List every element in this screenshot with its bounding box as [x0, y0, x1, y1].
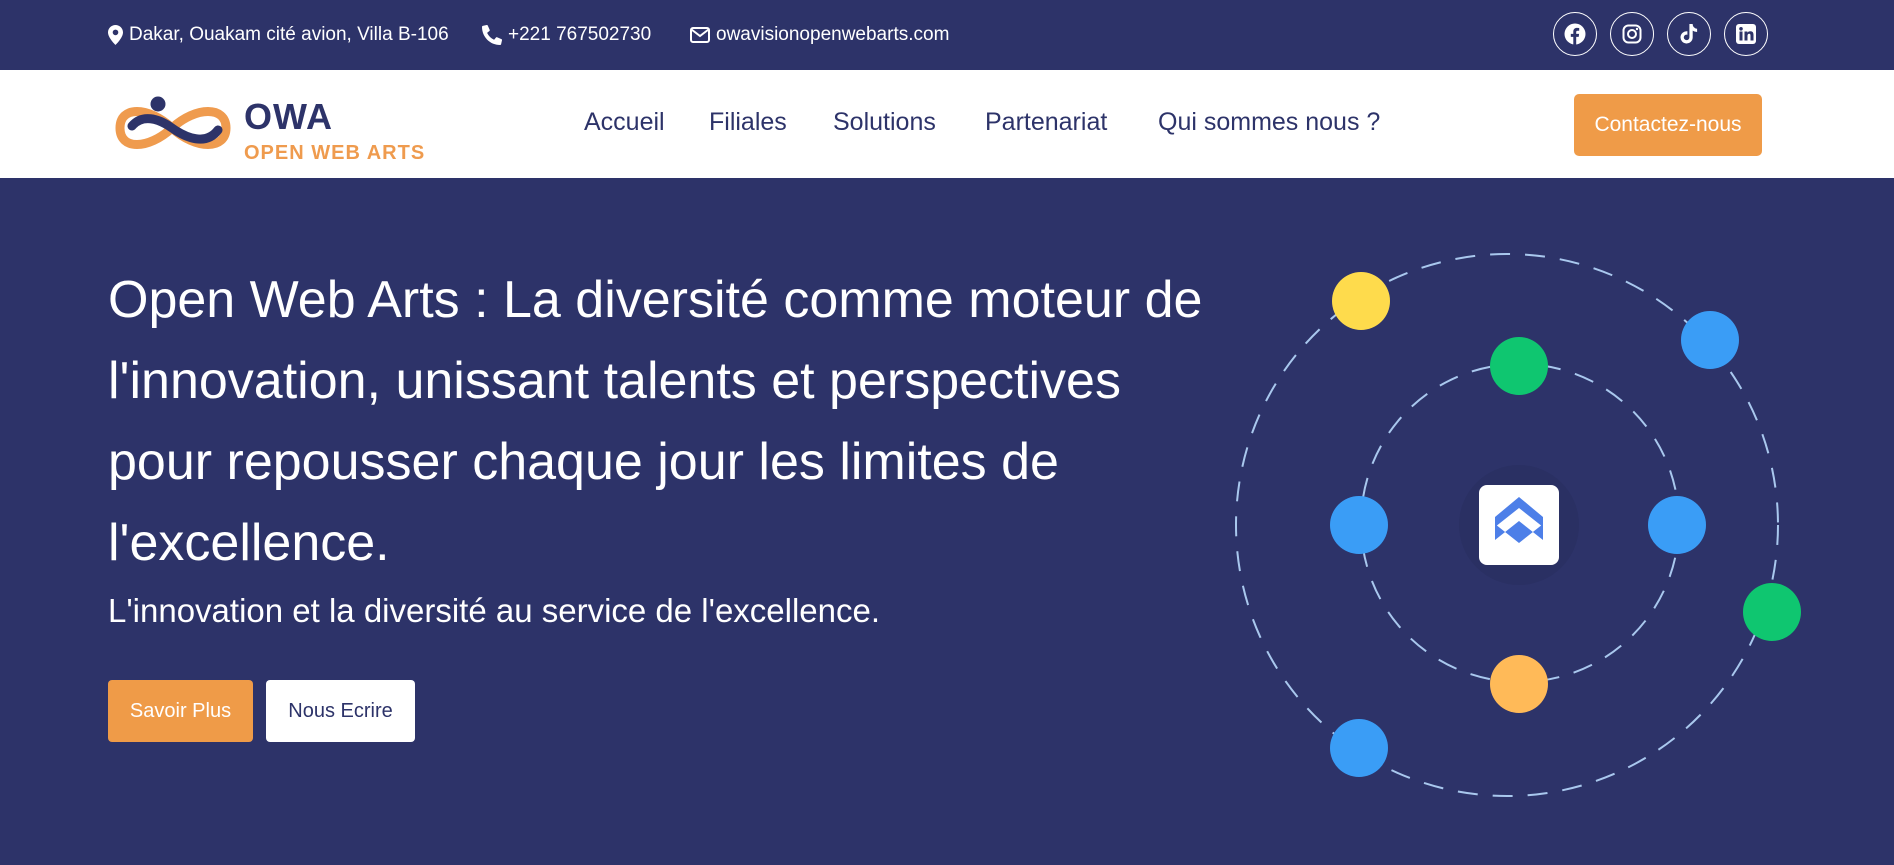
top-bar: Dakar, Ouakam cité avion, Villa B-106 +2… — [0, 0, 1894, 70]
navbar: OWA OPEN WEB ARTS Accueil Filiales Solut… — [0, 70, 1894, 178]
dot-blue-right — [1648, 496, 1706, 554]
dot-green-inner-top — [1490, 337, 1548, 395]
linkedin-link[interactable] — [1724, 12, 1768, 56]
dot-orange-inner-bottom — [1490, 655, 1548, 713]
phone-icon — [482, 25, 502, 45]
dot-blue-bottom-left — [1330, 719, 1388, 777]
email-text: owavisionopenwebarts.com — [716, 24, 950, 45]
linkedin-icon — [1736, 24, 1756, 44]
facebook-link[interactable] — [1553, 12, 1597, 56]
tiktok-icon — [1680, 24, 1698, 44]
address-item: Dakar, Ouakam cité avion, Villa B-106 — [108, 0, 449, 70]
nav-accueil[interactable]: Accueil — [584, 108, 665, 137]
nav-solutions[interactable]: Solutions — [833, 108, 936, 137]
brand-logo[interactable]: OWA OPEN WEB ARTS — [112, 84, 424, 164]
savoir-plus-button[interactable]: Savoir Plus — [108, 680, 253, 742]
brand-tagline: OPEN WEB ARTS — [244, 142, 426, 164]
phone-item[interactable]: +221 767502730 — [482, 0, 651, 70]
phone-text: +221 767502730 — [508, 24, 652, 45]
hero-title: Open Web Arts : La diversité comme moteu… — [108, 271, 1203, 572]
nav-partenariat[interactable]: Partenariat — [985, 108, 1107, 137]
dot-green-right — [1743, 583, 1801, 641]
nous-ecrire-button[interactable]: Nous Ecrire — [266, 680, 415, 742]
orbit-illustration — [1235, 253, 1801, 797]
tiktok-link[interactable] — [1667, 12, 1711, 56]
dot-blue-top-right — [1681, 311, 1739, 369]
dot-blue-left — [1330, 496, 1388, 554]
nav-filiales[interactable]: Filiales — [709, 108, 787, 137]
infinity-logo-icon — [115, 96, 231, 149]
address-text: Dakar, Ouakam cité avion, Villa B-106 — [129, 24, 449, 45]
email-item[interactable]: owavisionopenwebarts.com — [690, 0, 949, 70]
map-pin-icon — [108, 25, 123, 45]
dot-yellow — [1332, 272, 1390, 330]
contact-button[interactable]: Contactez-nous — [1574, 94, 1762, 156]
instagram-icon — [1622, 24, 1642, 44]
hero-section: Open Web Arts : La diversité comme moteu… — [0, 178, 1894, 865]
hero-subtitle: L'innovation et la diversité au service … — [108, 592, 881, 629]
instagram-link[interactable] — [1610, 12, 1654, 56]
envelope-icon — [690, 27, 710, 43]
brand-name: OWA — [244, 96, 333, 137]
nav-qui-sommes-nous[interactable]: Qui sommes nous ? — [1158, 108, 1380, 137]
page: Dakar, Ouakam cité avion, Villa B-106 +2… — [0, 0, 1894, 865]
facebook-icon — [1564, 23, 1586, 45]
